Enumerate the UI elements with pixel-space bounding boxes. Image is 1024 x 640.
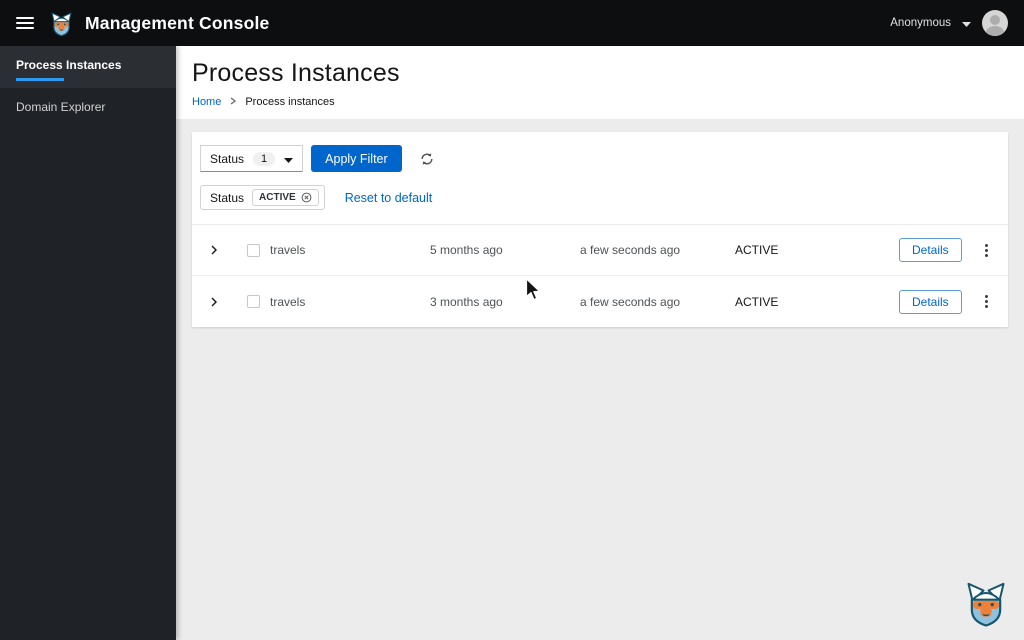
- kebab-menu-icon[interactable]: [980, 290, 993, 313]
- sidebar-item-label: Process Instances: [16, 58, 122, 72]
- chip-remove-icon[interactable]: [301, 192, 312, 203]
- process-list-card: Status 1 Apply Filter Status ACTIVE Rese…: [192, 132, 1008, 327]
- breadcrumb-home-link[interactable]: Home: [192, 96, 221, 108]
- kogito-watermark-icon: [961, 578, 1011, 633]
- process-name[interactable]: travels: [270, 295, 430, 309]
- sidebar: Process Instances Domain Explorer: [0, 46, 176, 640]
- chip-label: ACTIVE: [259, 192, 296, 203]
- reset-to-default-link[interactable]: Reset to default: [345, 191, 433, 205]
- kogito-logo-icon: [48, 10, 75, 37]
- avatar[interactable]: [982, 10, 1008, 36]
- apply-filter-button[interactable]: Apply Filter: [311, 145, 402, 172]
- sidebar-item-process-instances[interactable]: Process Instances: [0, 46, 176, 88]
- status-chip-active[interactable]: ACTIVE: [252, 189, 319, 206]
- filter-count-badge: 1: [253, 151, 276, 166]
- details-button[interactable]: Details: [899, 289, 962, 314]
- row-expand-icon[interactable]: [192, 293, 236, 311]
- status-chip-group: Status ACTIVE: [200, 185, 325, 210]
- row-checkbox[interactable]: [246, 295, 260, 308]
- created-time: 5 months ago: [430, 243, 503, 257]
- row-expand-icon[interactable]: [192, 241, 236, 259]
- filter-toolbar: Status 1 Apply Filter: [192, 145, 1008, 185]
- main-area: Process Instances Home Process instances…: [176, 46, 1024, 640]
- caret-down-icon: [962, 14, 971, 32]
- table-row: travels 5 months ago a few seconds ago A…: [192, 225, 1008, 276]
- process-name[interactable]: travels: [270, 243, 430, 257]
- brand[interactable]: Management Console: [48, 10, 269, 37]
- masthead-user-menu[interactable]: Anonymous: [890, 10, 1008, 36]
- page-title: Process Instances: [192, 59, 400, 87]
- nav-toggle-icon[interactable]: [16, 17, 34, 29]
- breadcrumb: Home Process instances: [192, 96, 1008, 108]
- table-row: travels 3 months ago a few seconds ago A…: [192, 276, 1008, 327]
- status-filter-select[interactable]: Status 1: [200, 145, 304, 172]
- last-update-time: a few seconds ago: [580, 243, 681, 257]
- page-header: Process Instances Home Process instances: [176, 46, 1024, 119]
- last-update-time: a few seconds ago: [580, 294, 681, 309]
- breadcrumb-current: Process instances: [245, 96, 335, 108]
- chip-group-label: Status: [210, 190, 245, 205]
- status-filter-label: Status: [210, 151, 245, 166]
- masthead: Management Console Anonymous: [0, 0, 1024, 46]
- sidebar-item-domain-explorer[interactable]: Domain Explorer: [0, 88, 176, 126]
- status-badge: ACTIVE: [735, 243, 779, 257]
- row-checkbox[interactable]: [246, 243, 260, 257]
- breadcrumb-separator-icon: [230, 96, 237, 108]
- content: Status 1 Apply Filter Status ACTIVE Rese…: [176, 119, 1024, 340]
- active-filters-bar: Status ACTIVE Reset to default: [192, 185, 1008, 224]
- sidebar-item-label: Domain Explorer: [16, 100, 106, 114]
- created-time: 3 months ago: [430, 294, 503, 309]
- kebab-menu-icon[interactable]: [980, 239, 993, 262]
- active-indicator: [16, 78, 64, 81]
- username: Anonymous: [890, 17, 951, 29]
- details-button[interactable]: Details: [899, 238, 962, 262]
- process-instance-list: travels 5 months ago a few seconds ago A…: [192, 224, 1008, 327]
- caret-down-icon: [284, 152, 294, 166]
- refresh-icon[interactable]: [420, 152, 434, 166]
- status-badge: ACTIVE: [735, 294, 779, 309]
- app-title: Management Console: [85, 12, 270, 33]
